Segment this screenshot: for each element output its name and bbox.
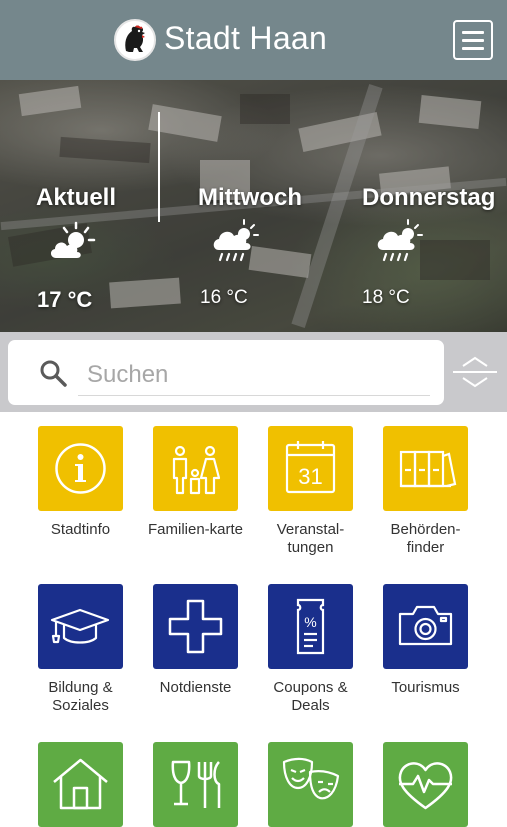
tile-label: Tourismus [391, 679, 460, 696]
search-icon[interactable] [38, 358, 68, 393]
app-title: Stadt Haan [164, 20, 328, 56]
svg-text:31: 31 [298, 464, 322, 489]
family-icon [153, 426, 238, 511]
calendar-icon: 31 [268, 426, 353, 511]
weather-divider [158, 112, 160, 222]
house-icon [38, 742, 123, 827]
search-input[interactable] [78, 354, 430, 396]
weather-temp: 16 °C [200, 287, 248, 308]
hamburger-menu-icon[interactable] [453, 20, 493, 60]
weather-day-label: Aktuell [36, 184, 117, 211]
weather-temp: 17 °C [37, 287, 93, 312]
weather-temp: 18 °C [362, 287, 410, 308]
rooster-coat-of-arms-icon [114, 19, 156, 61]
graduation-cap-icon [38, 584, 123, 669]
weather-day-label: Donnerstag [362, 184, 496, 211]
weather-day-label: Mittwoch [198, 184, 302, 211]
tile-label: Stadtinfo [50, 521, 111, 538]
tile-label: Familien-karte [147, 521, 244, 538]
coupon-icon: % [268, 584, 353, 669]
cloud-rain-icon [210, 218, 262, 269]
heart-pulse-icon [383, 742, 468, 827]
expand-collapse-icon[interactable] [453, 355, 497, 389]
app-header: Stadt Haan [0, 0, 507, 80]
info-icon [38, 426, 123, 511]
cloud-rain-icon [374, 218, 426, 269]
svg-text:%: % [304, 614, 316, 630]
dining-icon [153, 742, 238, 827]
camera-icon [383, 584, 468, 669]
tile-label: Bildung & Soziales [48, 679, 113, 714]
tile-label: Notdienste [159, 679, 232, 696]
theater-masks-icon [268, 742, 353, 827]
partly-sunny-icon [46, 220, 98, 269]
tile-label: Behörden- finder [390, 521, 461, 556]
binders-icon [383, 426, 468, 511]
tile-label: Veranstal- tungen [276, 521, 345, 556]
medical-cross-icon [153, 584, 238, 669]
tile-label: Coupons & Deals [273, 679, 348, 714]
